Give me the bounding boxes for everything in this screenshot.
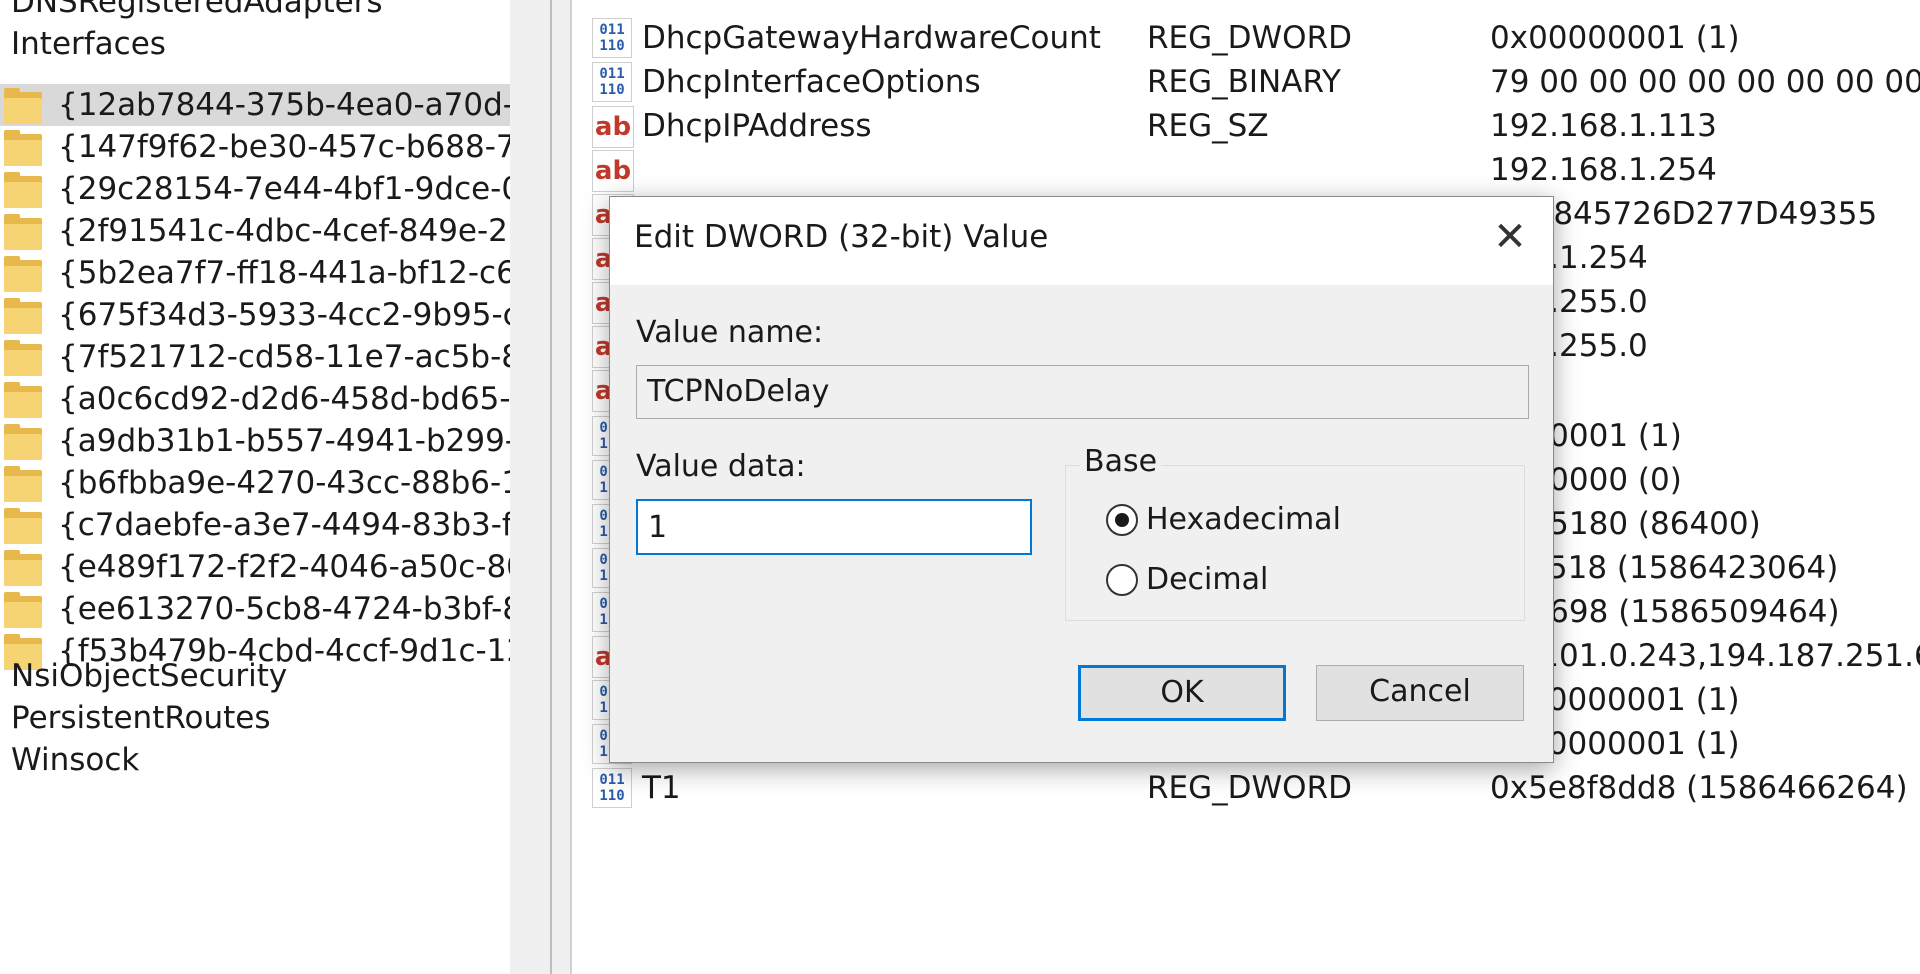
tree-item-label: {5b2ea7f7-ff18-441a-bf12-c6fe	[58, 255, 510, 291]
edit-dword-dialog: Edit DWORD (32-bit) Value ✕ Value name: …	[609, 196, 1554, 763]
tree-item-label: NsiObjectSecurity	[11, 658, 288, 694]
cancel-button[interactable]: Cancel	[1316, 665, 1524, 721]
string-icon: ab	[592, 106, 634, 148]
radio-decimal-label: Decimal	[1146, 562, 1269, 597]
folder-icon	[4, 338, 42, 376]
binary-icon: 011 110	[592, 62, 632, 102]
value-data-input[interactable]	[636, 499, 1032, 555]
close-icon[interactable]: ✕	[1481, 211, 1539, 263]
dialog-titlebar[interactable]: Edit DWORD (32-bit) Value ✕	[610, 197, 1553, 285]
tree-item-label: Interfaces	[11, 26, 166, 62]
value-type: REG_DWORD	[1147, 20, 1352, 56]
value-data: 192.168.1.254	[1490, 152, 1717, 188]
value-data: 0x5e8f8dd8 (1586466264)	[1490, 770, 1908, 806]
tree-item-label: {147f9f62-be30-457c-b688-7d2	[58, 129, 510, 165]
value-data-label: Value data:	[636, 449, 806, 484]
value-name-label: Value name:	[636, 315, 824, 350]
tree-item-interface-folder[interactable]: {675f34d3-5933-4cc2-9b95-cd	[0, 294, 510, 336]
tree-item-interface-folder[interactable]: {5b2ea7f7-ff18-441a-bf12-c6fe	[0, 252, 510, 294]
value-name-field: TCPNoDelay	[636, 365, 1529, 419]
binary-icon: 011 110	[592, 18, 632, 58]
folder-icon	[4, 422, 42, 460]
binary-icon: 011 110	[592, 768, 632, 808]
tree-item-label: DNSRegisteredAdapters	[11, 0, 383, 20]
tree-item-interface-folder[interactable]: {a0c6cd92-d2d6-458d-bd65-e	[0, 378, 510, 420]
tree-item-label: {ee613270-5cb8-4724-b3bf-87	[58, 591, 510, 627]
registry-value-row[interactable]: 011 110 T1 REG_DWORD 0x5e8f8dd8 (1586466264…	[572, 762, 1920, 814]
base-group: Base Hexadecimal Decimal	[1065, 444, 1525, 621]
tree-item-interface-folder[interactable]: {c7daebfe-a3e7-4494-83b3-f9	[0, 504, 510, 546]
tree-item-label: {675f34d3-5933-4cc2-9b95-cd	[58, 297, 510, 333]
value-name: T1	[642, 770, 681, 806]
tree-item-label: {a9db31b1-b557-4941-b299-d	[58, 423, 510, 459]
tree-item-interface-folder[interactable]: {147f9f62-be30-457c-b688-7d2	[0, 126, 510, 168]
tree-item-label: {b6fbba9e-4270-43cc-88b6-15	[58, 465, 510, 501]
tree-item-interface-folder[interactable]: {7f521712-cd58-11e7-ac5b-80	[0, 336, 510, 378]
value-data: 192.168.1.113	[1490, 108, 1717, 144]
value-data: 0x00000001 (1)	[1490, 20, 1740, 56]
radio-decimal[interactable]: Decimal	[1106, 562, 1268, 597]
string-icon: ab	[592, 150, 634, 192]
tree-item-interface-folder[interactable]: {29c28154-7e44-4bf1-9dce-05	[0, 168, 510, 210]
folder-icon	[4, 464, 42, 502]
folder-icon	[4, 170, 42, 208]
folder-icon	[4, 506, 42, 544]
value-type: REG_SZ	[1147, 108, 1269, 144]
value-type: REG_DWORD	[1147, 770, 1352, 806]
tree-item-interfaces[interactable]: Interfaces	[11, 20, 166, 68]
folder-icon	[4, 128, 42, 166]
folder-icon	[4, 296, 42, 334]
tree-item-label: Winsock	[11, 742, 140, 778]
tree-item-interface-folder[interactable]: {b6fbba9e-4270-43cc-88b6-15	[0, 462, 510, 504]
tree-item-label: {12ab7844-375b-4ea0-a70d-b7	[58, 87, 510, 123]
pane-splitter[interactable]	[510, 0, 572, 974]
folder-icon	[4, 590, 42, 628]
base-group-label: Base	[1080, 444, 1162, 479]
folder-icon	[4, 254, 42, 292]
tree-item-interface-folder[interactable]: {2f91541c-4dbc-4cef-849e-25l	[0, 210, 510, 252]
tree-item-winsock[interactable]: Winsock	[11, 736, 139, 784]
radio-hexadecimal[interactable]: Hexadecimal	[1106, 502, 1341, 537]
tree-item-label: {7f521712-cd58-11e7-ac5b-80	[58, 339, 510, 375]
folder-icon	[4, 380, 42, 418]
tree-item-interface-folder[interactable]: {12ab7844-375b-4ea0-a70d-b7	[0, 84, 510, 126]
folder-icon	[4, 86, 42, 124]
value-data: 10.101.0.243,194.187.251.67,1	[1490, 638, 1920, 674]
value-type: REG_BINARY	[1147, 64, 1341, 100]
folder-icon	[4, 548, 42, 586]
tree-item-interface-folder[interactable]: {a9db31b1-b557-4941-b299-d	[0, 420, 510, 462]
tree-item-label: PersistentRoutes	[11, 700, 271, 736]
tree-item-interface-folder[interactable]: {ee613270-5cb8-4724-b3bf-87	[0, 588, 510, 630]
value-name: DhcpIPAddress	[642, 108, 872, 144]
dialog-title: Edit DWORD (32-bit) Value	[634, 219, 1049, 255]
radio-selected-icon	[1106, 503, 1138, 536]
tree-item-interface-folder[interactable]: {e489f172-f2f2-4046-a50c-807	[0, 546, 510, 588]
value-name: DhcpInterfaceOptions	[642, 64, 981, 100]
folder-icon	[4, 212, 42, 250]
tree-item-label: {29c28154-7e44-4bf1-9dce-05	[58, 171, 510, 207]
tree-item-label: {e489f172-f2f2-4046-a50c-807	[58, 549, 510, 585]
tree-item-label: {c7daebfe-a3e7-4494-83b3-f9	[58, 507, 510, 543]
value-data: 79 00 00 00 00 00 00 00 00	[1490, 64, 1920, 100]
registry-tree-pane: DNSRegisteredAdapters Interfaces {12ab78…	[0, 0, 510, 974]
tree-item-label: {2f91541c-4dbc-4cef-849e-25l	[58, 213, 510, 249]
tree-item-persistentroutes[interactable]: PersistentRoutes	[11, 694, 271, 742]
radio-hexadecimal-label: Hexadecimal	[1146, 502, 1341, 537]
ok-button[interactable]: OK	[1078, 665, 1286, 721]
value-name: DhcpGatewayHardwareCount	[642, 20, 1101, 56]
radio-unselected-icon	[1106, 563, 1138, 596]
tree-item-nsiobjectsecurity[interactable]: NsiObjectSecurity	[11, 652, 287, 700]
tree-item-label: {a0c6cd92-d2d6-458d-bd65-e	[58, 381, 510, 417]
